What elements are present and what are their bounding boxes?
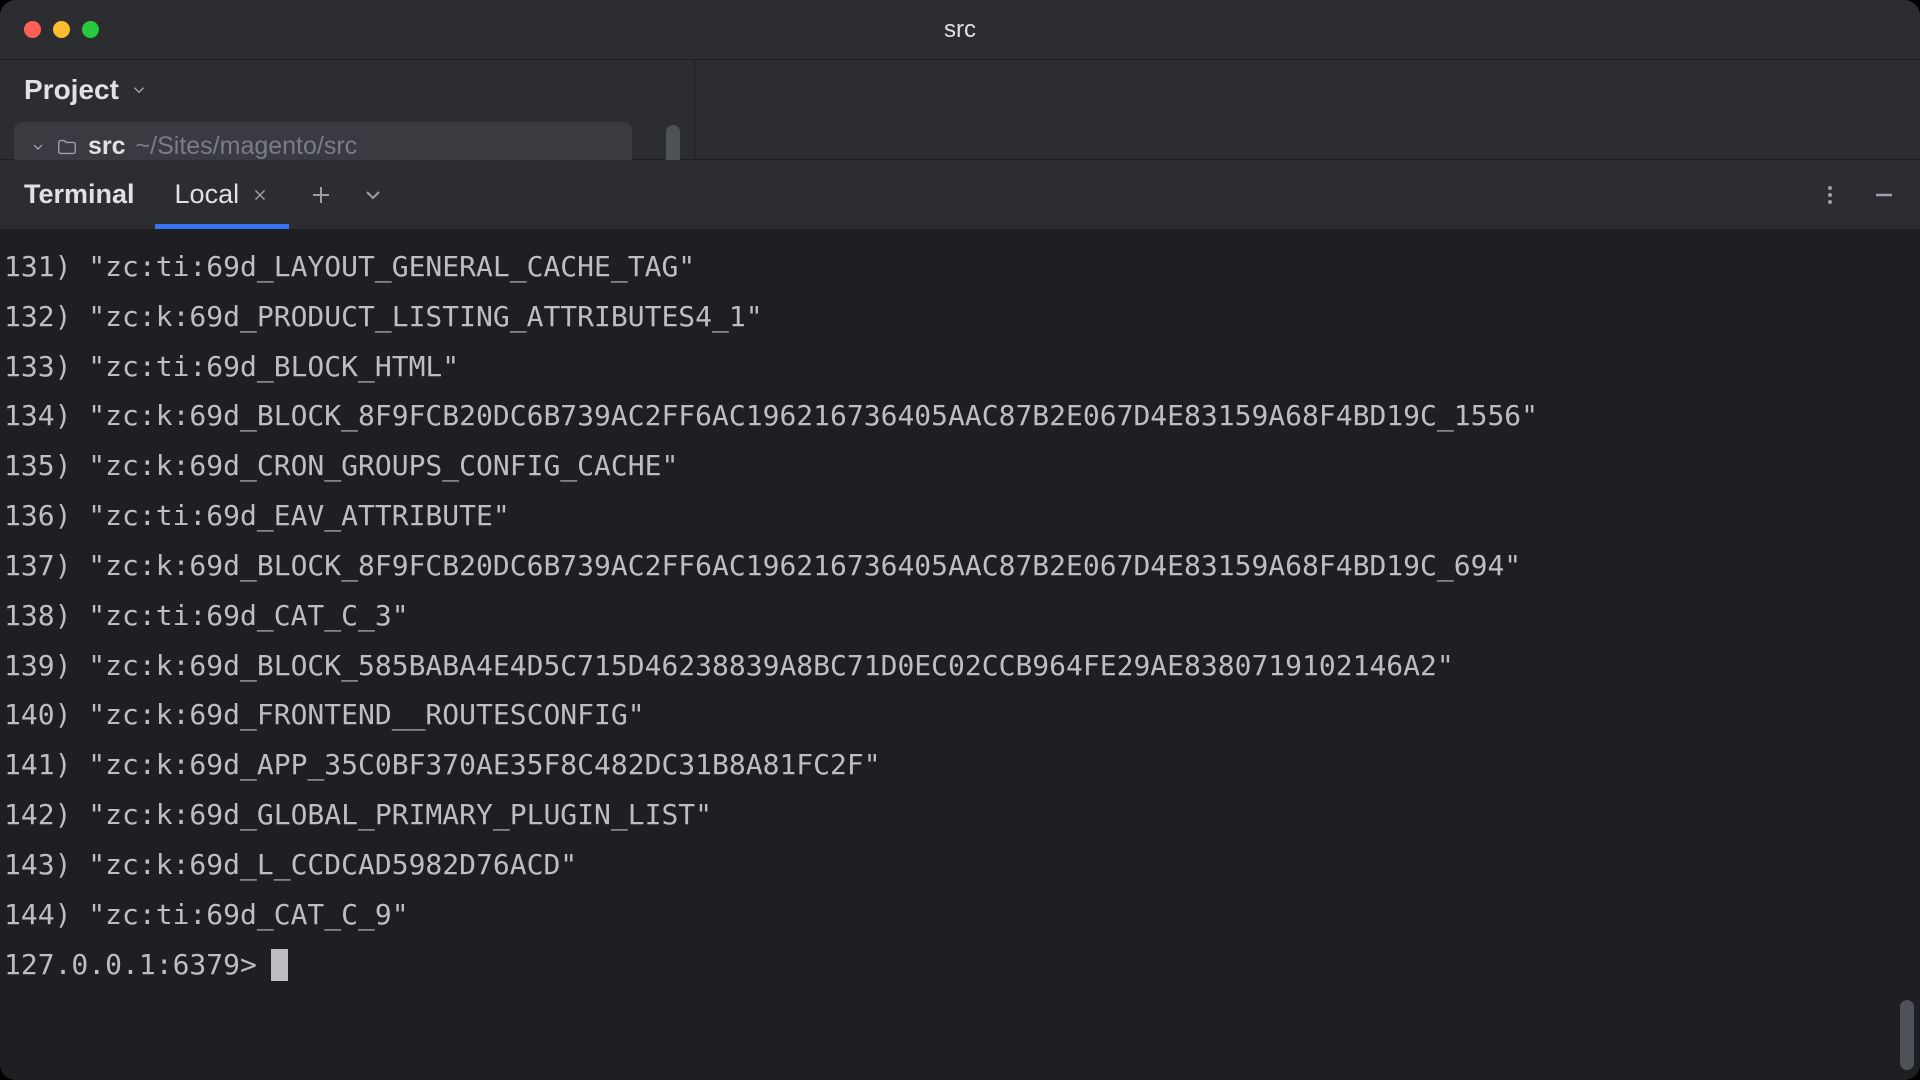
project-header[interactable]: Project xyxy=(0,60,694,114)
tab-label: Local xyxy=(175,179,240,210)
folder-path: ~/Sites/magento/src xyxy=(136,132,358,161)
terminal-line: 131) "zc:ti:69d_LAYOUT_GENERAL_CACHE_TAG… xyxy=(4,242,1916,292)
minimize-window-button[interactable] xyxy=(53,21,70,38)
terminal-line: 139) "zc:k:69d_BLOCK_585BABA4E4D5C715D46… xyxy=(4,641,1916,691)
folder-name: src xyxy=(88,132,126,161)
folder-icon xyxy=(56,136,78,158)
terminal-line: 144) "zc:ti:69d_CAT_C_9" xyxy=(4,890,1916,940)
window-title: src xyxy=(944,16,976,44)
minimize-panel-button[interactable] xyxy=(1872,183,1896,207)
chevron-down-icon xyxy=(129,80,149,100)
editor-area xyxy=(695,60,1920,159)
traffic-lights xyxy=(0,21,99,38)
terminal-line: 133) "zc:ti:69d_BLOCK_HTML" xyxy=(4,342,1916,392)
terminal-line: 142) "zc:k:69d_GLOBAL_PRIMARY_PLUGIN_LIS… xyxy=(4,790,1916,840)
tab-dropdown-button[interactable] xyxy=(361,183,385,207)
terminal-line: 141) "zc:k:69d_APP_35C0BF370AE35F8C482DC… xyxy=(4,740,1916,790)
terminal-line: 135) "zc:k:69d_CRON_GROUPS_CONFIG_CACHE" xyxy=(4,441,1916,491)
terminal-line: 143) "zc:k:69d_L_CCDCAD5982D76ACD" xyxy=(4,840,1916,890)
tab-right-actions xyxy=(1818,183,1896,207)
terminal-line: 137) "zc:k:69d_BLOCK_8F9FCB20DC6B739AC2F… xyxy=(4,541,1916,591)
close-window-button[interactable] xyxy=(24,21,41,38)
title-bar: src xyxy=(0,0,1920,60)
project-bar: Project src ~/Sites/magento/src xyxy=(0,60,1920,160)
terminal-output[interactable]: 131) "zc:ti:69d_LAYOUT_GENERAL_CACHE_TAG… xyxy=(0,230,1920,1080)
terminal-line: 140) "zc:k:69d_FRONTEND__ROUTESCONFIG" xyxy=(4,690,1916,740)
terminal-tabs: Terminal Local xyxy=(0,160,1920,230)
terminal-line: 138) "zc:ti:69d_CAT_C_3" xyxy=(4,591,1916,641)
terminal-line: 136) "zc:ti:69d_EAV_ATTRIBUTE" xyxy=(4,491,1916,541)
terminal-panel-label[interactable]: Terminal xyxy=(24,179,135,210)
terminal-cursor xyxy=(271,949,288,981)
terminal-prompt-line: 127.0.0.1:6379> xyxy=(4,940,1916,990)
project-label: Project xyxy=(24,74,119,106)
project-sidebar: Project src ~/Sites/magento/src xyxy=(0,60,695,159)
terminal-panel: Terminal Local xyxy=(0,160,1920,1080)
more-options-button[interactable] xyxy=(1818,183,1842,207)
terminal-line: 132) "zc:k:69d_PRODUCT_LISTING_ATTRIBUTE… xyxy=(4,292,1916,342)
tab-actions xyxy=(309,183,385,207)
terminal-prompt: 127.0.0.1:6379> xyxy=(4,940,257,990)
chevron-down-icon xyxy=(30,139,46,155)
terminal-tab-local[interactable]: Local xyxy=(175,160,270,229)
terminal-line: 134) "zc:k:69d_BLOCK_8F9FCB20DC6B739AC2F… xyxy=(4,391,1916,441)
terminal-scrollbar[interactable] xyxy=(1900,1000,1914,1070)
ide-window: src Project src ~/Sites/magento xyxy=(0,0,1920,1080)
close-icon[interactable] xyxy=(251,186,269,204)
tab-active-indicator xyxy=(155,224,290,229)
new-tab-button[interactable] xyxy=(309,183,333,207)
maximize-window-button[interactable] xyxy=(82,21,99,38)
